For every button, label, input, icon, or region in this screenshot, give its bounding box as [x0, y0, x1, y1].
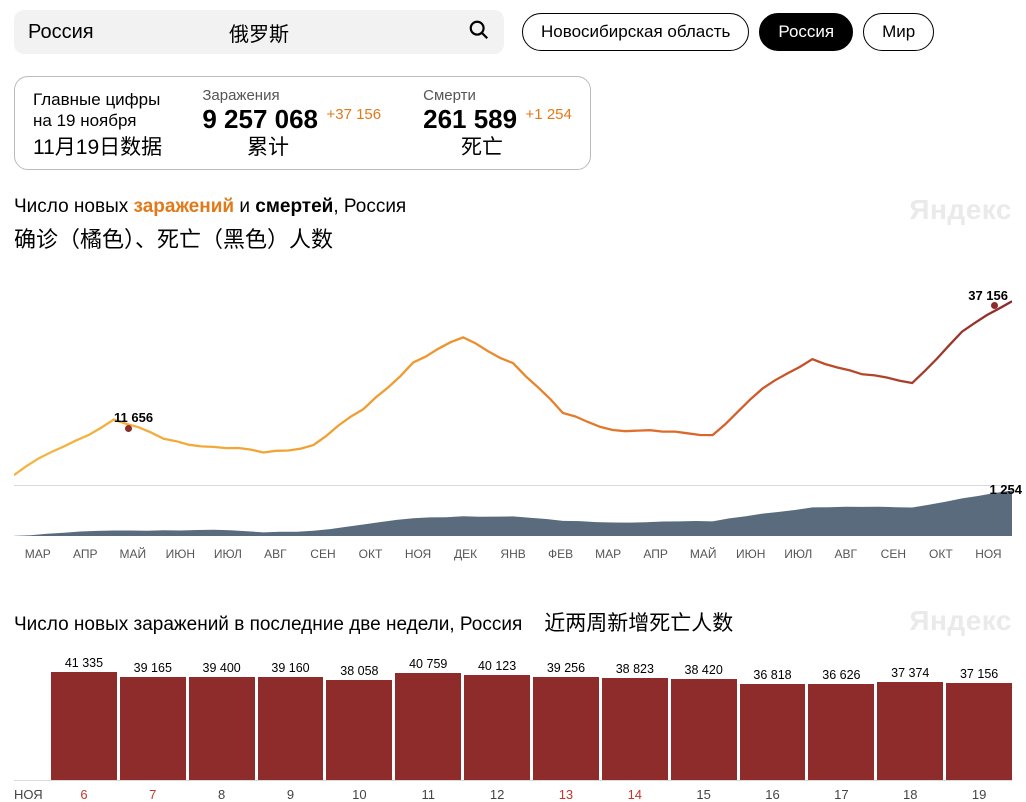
bar-title-zh: 近两周新增死亡人数	[544, 607, 733, 637]
bar-column: 39 256	[533, 661, 599, 780]
headline-line2: на 19 ноября	[33, 110, 160, 131]
search-icon[interactable]	[468, 19, 490, 46]
bar-chart: 41 33539 16539 40039 16038 05840 75940 1…	[14, 651, 1012, 802]
trend-title-zh: 确诊（橘色）、死亡（黑色）人数	[14, 222, 1012, 254]
stat-infections-zh: 累计	[247, 131, 289, 161]
tab-region[interactable]: Новосибирская область	[522, 13, 749, 51]
stat-deaths-delta: +1 254	[526, 106, 572, 123]
bar-column: 39 165	[120, 661, 186, 780]
bar-column: 39 400	[189, 661, 255, 780]
bar-column: 39 160	[258, 661, 324, 780]
deaths-area-chart: 1 254 МАРАПРМАЙИЮНИЮЛАВГСЕНОКТНОЯДЕКЯНВФ…	[0, 486, 1026, 567]
headline-zh: 11月19日数据	[33, 131, 162, 161]
bar-title: Число новых заражений в последние две не…	[14, 614, 522, 636]
callout-may-dot	[125, 425, 132, 432]
headline-line1: Главные цифры	[33, 89, 160, 110]
bar-column: 37 156	[946, 667, 1012, 780]
bar-column: 38 058	[326, 664, 392, 780]
callout-may: 11 656	[114, 410, 153, 425]
callout-now: 37 156	[968, 288, 1008, 303]
trend-title: Число новых заражений и смертей, Россия	[14, 196, 1012, 218]
callout-now-dot	[991, 302, 998, 309]
callout-deaths-now: 1 254	[989, 482, 1022, 497]
stat-deaths: Смерти 261 589 +1 254	[423, 87, 572, 135]
search-value-zh: 俄罗斯	[229, 18, 289, 47]
bar-column: 40 123	[464, 659, 530, 780]
infections-line-chart: 11 656 37 156	[14, 280, 1012, 485]
headline-label: Главные цифры на 19 ноября	[33, 87, 160, 132]
stat-deaths-zh: 死亡	[461, 131, 503, 161]
stat-infections: Заражения 9 257 068 +37 156	[202, 87, 381, 135]
section-2weeks: Яндекс Число новых заражений в последние…	[0, 567, 1026, 802]
search-value-ru: Россия	[28, 21, 94, 44]
bar-column: 38 420	[671, 663, 737, 780]
section-trend: Яндекс Число новых заражений и смертей, …	[0, 170, 1026, 485]
bar-column: 36 818	[740, 668, 806, 780]
bar-column: 40 759	[395, 657, 461, 780]
tab-country[interactable]: Россия	[759, 13, 853, 51]
stat-deaths-label: Смерти	[423, 87, 572, 104]
search-input[interactable]: Россия 俄罗斯	[14, 10, 504, 54]
bar-column: 36 626	[808, 668, 874, 780]
bar-column: 41 335	[51, 656, 117, 780]
tab-world[interactable]: Мир	[863, 13, 934, 51]
bar-column: 38 823	[602, 662, 668, 780]
scope-tabs: Новосибирская область Россия Мир	[522, 13, 934, 51]
headline-stats: Главные цифры на 19 ноября Заражения 9 2…	[14, 76, 591, 170]
bar-column: 37 374	[877, 666, 943, 780]
stat-infections-delta: +37 156	[326, 106, 381, 123]
stat-infections-label: Заражения	[202, 87, 381, 104]
x-axis-months: МАРАПРМАЙИЮНИЮЛАВГСЕНОКТНОЯДЕКЯНВФЕВМАРА…	[14, 541, 1012, 567]
